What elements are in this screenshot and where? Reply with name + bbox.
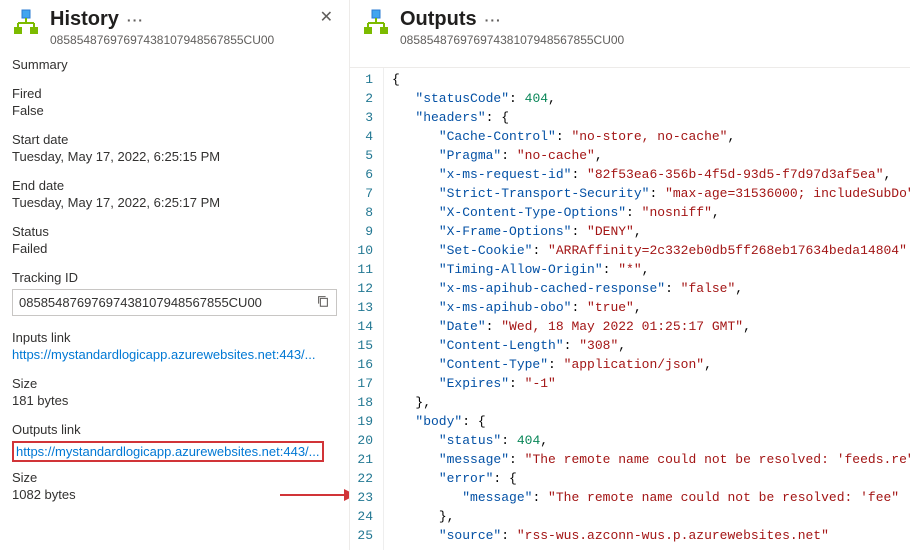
copy-icon[interactable]	[316, 294, 330, 311]
code-line: "x-ms-apihub-obo": "true",	[392, 298, 910, 317]
line-number: 11	[356, 260, 373, 279]
inputs-link[interactable]: https://mystandardlogicapp.azurewebsites…	[12, 347, 316, 362]
close-icon[interactable]: ✕	[316, 8, 337, 28]
history-pane: History ··· 0858548769769743810794856785…	[0, 0, 350, 550]
tracking-id-label: Tracking ID	[12, 270, 337, 285]
code-line: "body": {	[392, 412, 910, 431]
history-run-id: 08585487697697438107948567855CU00	[50, 33, 306, 47]
code-line: "Content-Type": "application/json",	[392, 355, 910, 374]
line-number: 15	[356, 336, 373, 355]
line-number: 13	[356, 298, 373, 317]
line-number: 5	[356, 146, 373, 165]
history-header: History ··· 0858548769769743810794856785…	[12, 8, 337, 47]
logic-app-icon	[362, 8, 390, 36]
line-number: 23	[356, 488, 373, 507]
fired-label: Fired	[12, 86, 337, 101]
line-number: 8	[356, 203, 373, 222]
inputs-size-label: Size	[12, 376, 337, 391]
code-line: "source": "rss-wus.azconn-wus.p.azureweb…	[392, 526, 910, 545]
line-number: 14	[356, 317, 373, 336]
end-date-value: Tuesday, May 17, 2022, 6:25:17 PM	[12, 195, 337, 210]
line-number: 22	[356, 469, 373, 488]
start-date-value: Tuesday, May 17, 2022, 6:25:15 PM	[12, 149, 337, 164]
line-number: 4	[356, 127, 373, 146]
code-line: },	[392, 393, 910, 412]
code-line: },	[392, 507, 910, 526]
line-number: 17	[356, 374, 373, 393]
line-number: 2	[356, 89, 373, 108]
line-number: 12	[356, 279, 373, 298]
code-line: "x-ms-apihub-cached-response": "false",	[392, 279, 910, 298]
logic-app-icon	[12, 8, 40, 36]
code-line: "message": "The remote name could not be…	[392, 450, 910, 469]
end-date-label: End date	[12, 178, 337, 193]
code-line: "X-Content-Type-Options": "nosniff",	[392, 203, 910, 222]
code-line: "message": "The remote name could not be…	[392, 488, 910, 507]
outputs-run-id: 08585487697697438107948567855CU00	[400, 33, 898, 47]
outputs-more-icon[interactable]: ···	[485, 12, 502, 28]
fired-value: False	[12, 103, 337, 118]
code-line: "Cache-Control": "no-store, no-cache",	[392, 127, 910, 146]
line-number: 16	[356, 355, 373, 374]
status-value: Failed	[12, 241, 337, 256]
code-line: "Date": "Wed, 18 May 2022 01:25:17 GMT",	[392, 317, 910, 336]
outputs-size-label: Size	[12, 470, 337, 485]
code-line: "statusCode": 404,	[392, 89, 910, 108]
code-line: "Strict-Transport-Security": "max-age=31…	[392, 184, 910, 203]
tracking-id-row	[12, 289, 337, 316]
code-line: "Content-Length": "308",	[392, 336, 910, 355]
inputs-link-label: Inputs link	[12, 330, 337, 345]
line-number: 9	[356, 222, 373, 241]
outputs-link[interactable]: https://mystandardlogicapp.azurewebsites…	[16, 444, 320, 459]
line-number: 21	[356, 450, 373, 469]
history-more-icon[interactable]: ···	[127, 12, 144, 28]
line-number: 25	[356, 526, 373, 545]
line-number: 6	[356, 165, 373, 184]
history-title: History	[50, 8, 119, 31]
code-line: "X-Frame-Options": "DENY",	[392, 222, 910, 241]
outputs-link-highlight: https://mystandardlogicapp.azurewebsites…	[12, 441, 324, 462]
line-number: 19	[356, 412, 373, 431]
code-line: {	[392, 70, 910, 89]
line-number: 3	[356, 108, 373, 127]
line-number: 10	[356, 241, 373, 260]
outputs-title: Outputs	[400, 8, 477, 31]
start-date-label: Start date	[12, 132, 337, 147]
code-line: "Set-Cookie": "ARRAffinity=2c332eb0db5ff…	[392, 241, 910, 260]
code-line: "Expires": "-1"	[392, 374, 910, 393]
code-line: "Pragma": "no-cache",	[392, 146, 910, 165]
summary-label: Summary	[12, 57, 337, 72]
line-number: 7	[356, 184, 373, 203]
line-number: 1	[356, 70, 373, 89]
line-number: 20	[356, 431, 373, 450]
line-number: 24	[356, 507, 373, 526]
outputs-header: Outputs ··· 0858548769769743810794856785…	[350, 0, 910, 57]
line-number: 18	[356, 393, 373, 412]
outputs-pane: Outputs ··· 0858548769769743810794856785…	[350, 0, 910, 550]
code-line: "status": 404,	[392, 431, 910, 450]
outputs-link-label: Outputs link	[12, 422, 337, 437]
code-line: "headers": {	[392, 108, 910, 127]
inputs-size-value: 181 bytes	[12, 393, 337, 408]
line-number-gutter: 1234567891011121314151617181920212223242…	[350, 68, 384, 550]
outputs-size-value: 1082 bytes	[12, 487, 337, 502]
code-content[interactable]: { "statusCode": 404, "headers": { "Cache…	[384, 68, 910, 550]
code-editor[interactable]: 1234567891011121314151617181920212223242…	[350, 67, 910, 550]
status-label: Status	[12, 224, 337, 239]
code-line: "error": {	[392, 469, 910, 488]
code-line: "x-ms-request-id": "82f53ea6-356b-4f5d-9…	[392, 165, 910, 184]
code-line: "Timing-Allow-Origin": "*",	[392, 260, 910, 279]
tracking-id-input[interactable]	[19, 295, 310, 310]
